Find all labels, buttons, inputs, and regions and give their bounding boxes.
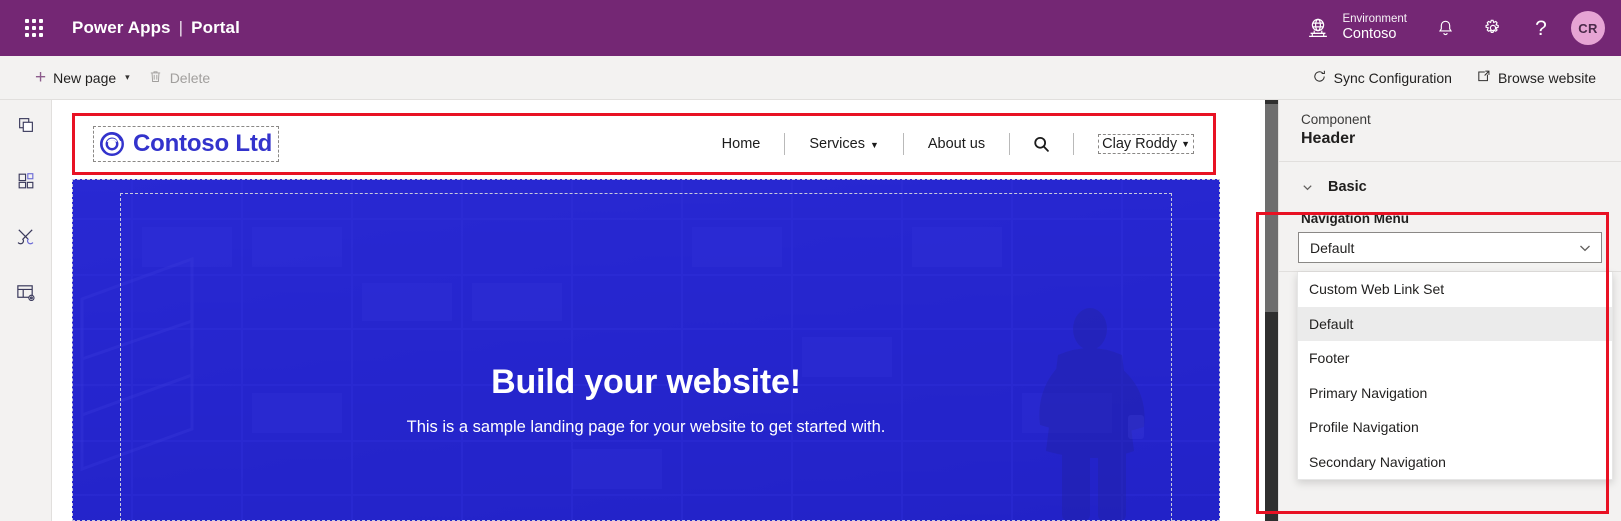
navigation-menu-select[interactable]: Default	[1298, 232, 1602, 263]
environment-name: Contoso	[1342, 26, 1397, 43]
app-name: Power Apps	[72, 18, 171, 37]
caret-down-icon: ▼	[869, 140, 879, 150]
sidebar-item-pages[interactable]	[8, 110, 44, 144]
contoso-spiral-logo	[98, 130, 126, 158]
dropdown-option[interactable]: Custom Web Link Set	[1298, 272, 1612, 307]
question-mark-icon[interactable]: ?	[1517, 0, 1565, 56]
hero-section[interactable]: Build your website! This is a sample lan…	[72, 179, 1220, 521]
sidebar-item-components[interactable]	[8, 166, 44, 200]
dropdown-option[interactable]: Profile Navigation	[1298, 410, 1612, 445]
panel-header: Component Header	[1279, 100, 1621, 162]
navigation-menu-label: Navigation Menu	[1301, 211, 1410, 226]
caret-down-icon: ▼	[1181, 139, 1190, 149]
hero-inner-guide	[120, 193, 1172, 521]
refresh-icon	[1312, 69, 1327, 87]
section-basic[interactable]: Basic	[1279, 162, 1621, 208]
suite-bar: Power Apps | Portal Environment Contoso …	[0, 0, 1621, 56]
browse-website-label: Browse website	[1497, 69, 1596, 86]
command-bar-right: Sync Configuration Browse website	[1303, 61, 1605, 95]
dropdown-option[interactable]: Secondary Navigation	[1298, 445, 1612, 480]
navigation-menu-selected-value: Default	[1310, 239, 1355, 256]
data-workspace-icon	[15, 282, 36, 308]
nav-item-services[interactable]: Services ▼	[785, 136, 903, 152]
environment-globe-icon	[1305, 15, 1331, 41]
sync-configuration-label: Sync Configuration	[1333, 69, 1452, 86]
app-root: Power Apps | Portal Environment Contoso …	[0, 0, 1621, 521]
app-context: Portal	[191, 18, 240, 37]
nav-item-about-us[interactable]: About us	[904, 136, 1009, 152]
browse-website-button[interactable]: Browse website	[1467, 61, 1605, 95]
search-icon[interactable]	[1010, 135, 1073, 154]
chevron-down-icon[interactable]	[1301, 181, 1314, 194]
left-rail	[0, 100, 52, 521]
component-label: Component	[1301, 112, 1371, 127]
command-bar: + New page ▾ Delete Sync Configuration B…	[0, 56, 1621, 100]
nav-item-home[interactable]: Home	[698, 136, 785, 152]
design-canvas[interactable]: Contoso Ltd Home Services ▼ About us Cla…	[52, 100, 1265, 521]
canvas-scrollbar-thumb[interactable]	[1265, 104, 1278, 312]
environment-text: Environment Contoso	[1342, 13, 1407, 44]
brand-title[interactable]: Power Apps | Portal	[72, 18, 240, 38]
waffle-grid	[25, 19, 43, 37]
new-page-button[interactable]: + New page ▾	[26, 61, 139, 95]
gear-icon[interactable]	[1469, 0, 1517, 56]
hero-heading: Build your website!	[491, 363, 801, 401]
hero-text-block[interactable]: Build your website! This is a sample lan…	[72, 363, 1220, 437]
components-icon	[16, 171, 36, 196]
brand-separator: |	[178, 18, 184, 37]
component-name: Header	[1301, 130, 1356, 147]
environment-label: Environment	[1342, 12, 1407, 25]
canvas-vertical-scrollbar[interactable]	[1265, 100, 1278, 521]
site-navigation: Home Services ▼ About us Clay Roddy ▼	[698, 133, 1204, 155]
nav-item-services-label: Services	[809, 136, 865, 152]
site-logo-text: Contoso Ltd	[133, 130, 273, 157]
trash-icon	[148, 69, 163, 87]
suite-bar-right: Environment Contoso ? CR	[1291, 0, 1621, 56]
styles-icon	[15, 226, 36, 252]
new-page-label: New page	[53, 69, 117, 86]
dropdown-option[interactable]: Default	[1298, 306, 1612, 341]
nav-divider	[1073, 133, 1075, 155]
avatar[interactable]: CR	[1571, 11, 1605, 45]
navigation-menu-dropdown[interactable]: Custom Web Link Set Default Footer Prima…	[1297, 272, 1613, 480]
navigation-menu-field: Navigation Menu Default	[1279, 211, 1621, 263]
delete-label: Delete	[169, 69, 211, 86]
nav-user-menu[interactable]: Clay Roddy ▼	[1098, 134, 1194, 154]
pages-icon	[16, 115, 36, 140]
plus-icon: +	[35, 67, 47, 88]
sidebar-item-styles[interactable]	[8, 222, 44, 256]
environment-picker[interactable]: Environment Contoso	[1291, 0, 1421, 56]
dropdown-option[interactable]: Footer	[1298, 341, 1612, 376]
chevron-down-icon[interactable]	[1578, 241, 1592, 255]
dropdown-option[interactable]: Primary Navigation	[1298, 376, 1612, 411]
open-in-new-window-icon	[1476, 69, 1491, 87]
sync-configuration-button[interactable]: Sync Configuration	[1303, 61, 1461, 95]
header-component[interactable]: Contoso Ltd Home Services ▼ About us Cla…	[72, 113, 1220, 175]
delete-button[interactable]: Delete	[139, 61, 219, 95]
site-logo[interactable]: Contoso Ltd	[93, 126, 280, 162]
section-basic-title: Basic	[1328, 179, 1367, 195]
sidebar-item-data[interactable]	[8, 278, 44, 312]
help-glyph: ?	[1535, 16, 1547, 40]
nav-user-name: Clay Roddy	[1102, 136, 1178, 152]
chevron-down-icon[interactable]: ▾	[125, 72, 130, 83]
hero-subtext: This is a sample landing page for your w…	[406, 418, 886, 436]
bell-icon[interactable]	[1421, 0, 1469, 56]
app-launcher-icon[interactable]	[14, 19, 54, 37]
